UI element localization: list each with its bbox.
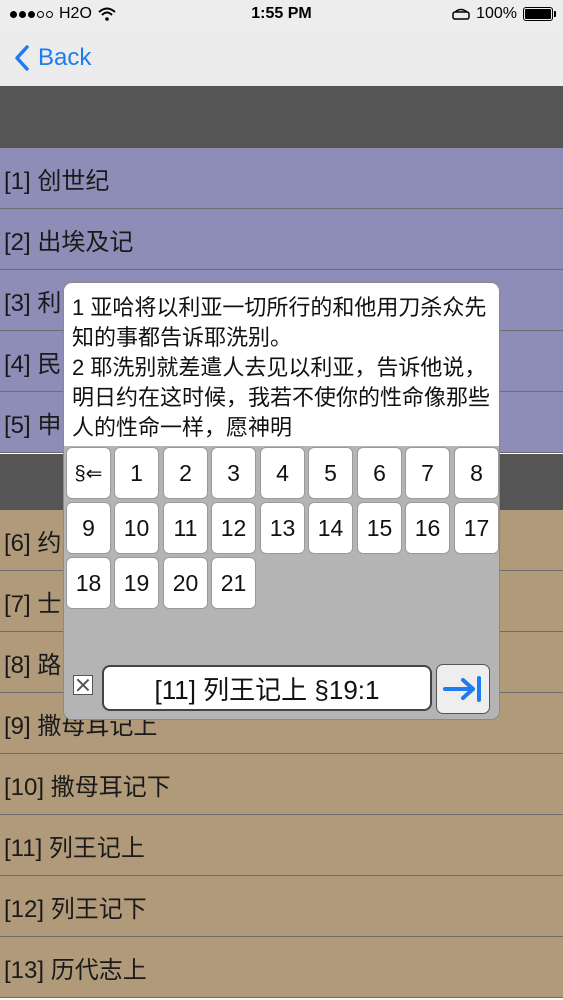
number-key[interactable]: 4 <box>260 447 305 499</box>
book-item[interactable]: [11] 列王记上 <box>0 815 563 876</box>
section-back-key[interactable]: §⇐ <box>66 447 111 499</box>
number-key[interactable]: 15 <box>357 502 402 554</box>
number-key[interactable]: 8 <box>454 447 499 499</box>
go-button[interactable] <box>436 664 490 714</box>
book-item[interactable]: [1] 创世纪 <box>0 148 563 209</box>
number-key[interactable]: 14 <box>308 502 353 554</box>
number-key[interactable]: 20 <box>163 557 208 609</box>
number-key[interactable]: 5 <box>308 447 353 499</box>
status-right: 100% <box>452 5 556 23</box>
book-item[interactable]: [13] 历代志上 <box>0 937 563 998</box>
number-key[interactable]: 1 <box>114 447 159 499</box>
call-forwarding-icon <box>452 8 470 20</box>
number-key[interactable]: 21 <box>211 557 256 609</box>
number-key[interactable]: 11 <box>163 502 208 554</box>
reference-field[interactable]: [11] 列王记上 §19:1 <box>102 665 432 711</box>
verse-text: 2 耶洗别就差遣人去见以利亚，告诉他说，明日约在这时候，我若不使你的性命像那些人… <box>72 355 491 440</box>
reference-bar: [11] 列王记上 §19:1 <box>64 661 499 719</box>
book-item[interactable]: [10] 撒母耳记下 <box>0 754 563 815</box>
back-button-label: Back <box>38 44 92 71</box>
navigation-bar: Back <box>0 30 563 86</box>
number-key[interactable]: 10 <box>114 502 159 554</box>
battery-percent: 100% <box>476 5 517 22</box>
verse-picker-popup: 1 亚哈将以利亚一切所行的和他用刀杀众先知的事都告诉耶洗别。 2 耶洗别就差遣人… <box>64 283 499 719</box>
number-key[interactable]: 17 <box>454 502 499 554</box>
number-key[interactable]: 6 <box>357 447 402 499</box>
number-key[interactable]: 19 <box>114 557 159 609</box>
number-key[interactable]: 3 <box>211 447 256 499</box>
number-key[interactable]: 7 <box>405 447 450 499</box>
number-key[interactable]: 9 <box>66 502 111 554</box>
clear-icon[interactable] <box>73 675 93 695</box>
number-key[interactable]: 2 <box>163 447 208 499</box>
chevron-left-icon <box>15 45 29 71</box>
verse-text: 1 亚哈将以利亚一切所行的和他用刀杀众先知的事都告诉耶洗别。 <box>72 295 487 350</box>
number-key[interactable]: 16 <box>405 502 450 554</box>
arrow-to-right-icon <box>443 676 481 702</box>
battery-icon <box>523 7 556 21</box>
verse-preview[interactable]: 1 亚哈将以利亚一切所行的和他用刀杀众先知的事都告诉耶洗别。 2 耶洗别就差遣人… <box>64 283 499 446</box>
back-button[interactable]: Back <box>14 38 91 78</box>
book-item[interactable]: [2] 出埃及记 <box>0 209 563 270</box>
section-header-top <box>0 86 563 148</box>
book-item[interactable]: [12] 列王记下 <box>0 876 563 937</box>
status-bar: H2O 1:55 PM 100% <box>0 0 563 30</box>
number-key[interactable]: 18 <box>66 557 111 609</box>
number-key[interactable]: 12 <box>211 502 256 554</box>
number-key[interactable]: 13 <box>260 502 305 554</box>
